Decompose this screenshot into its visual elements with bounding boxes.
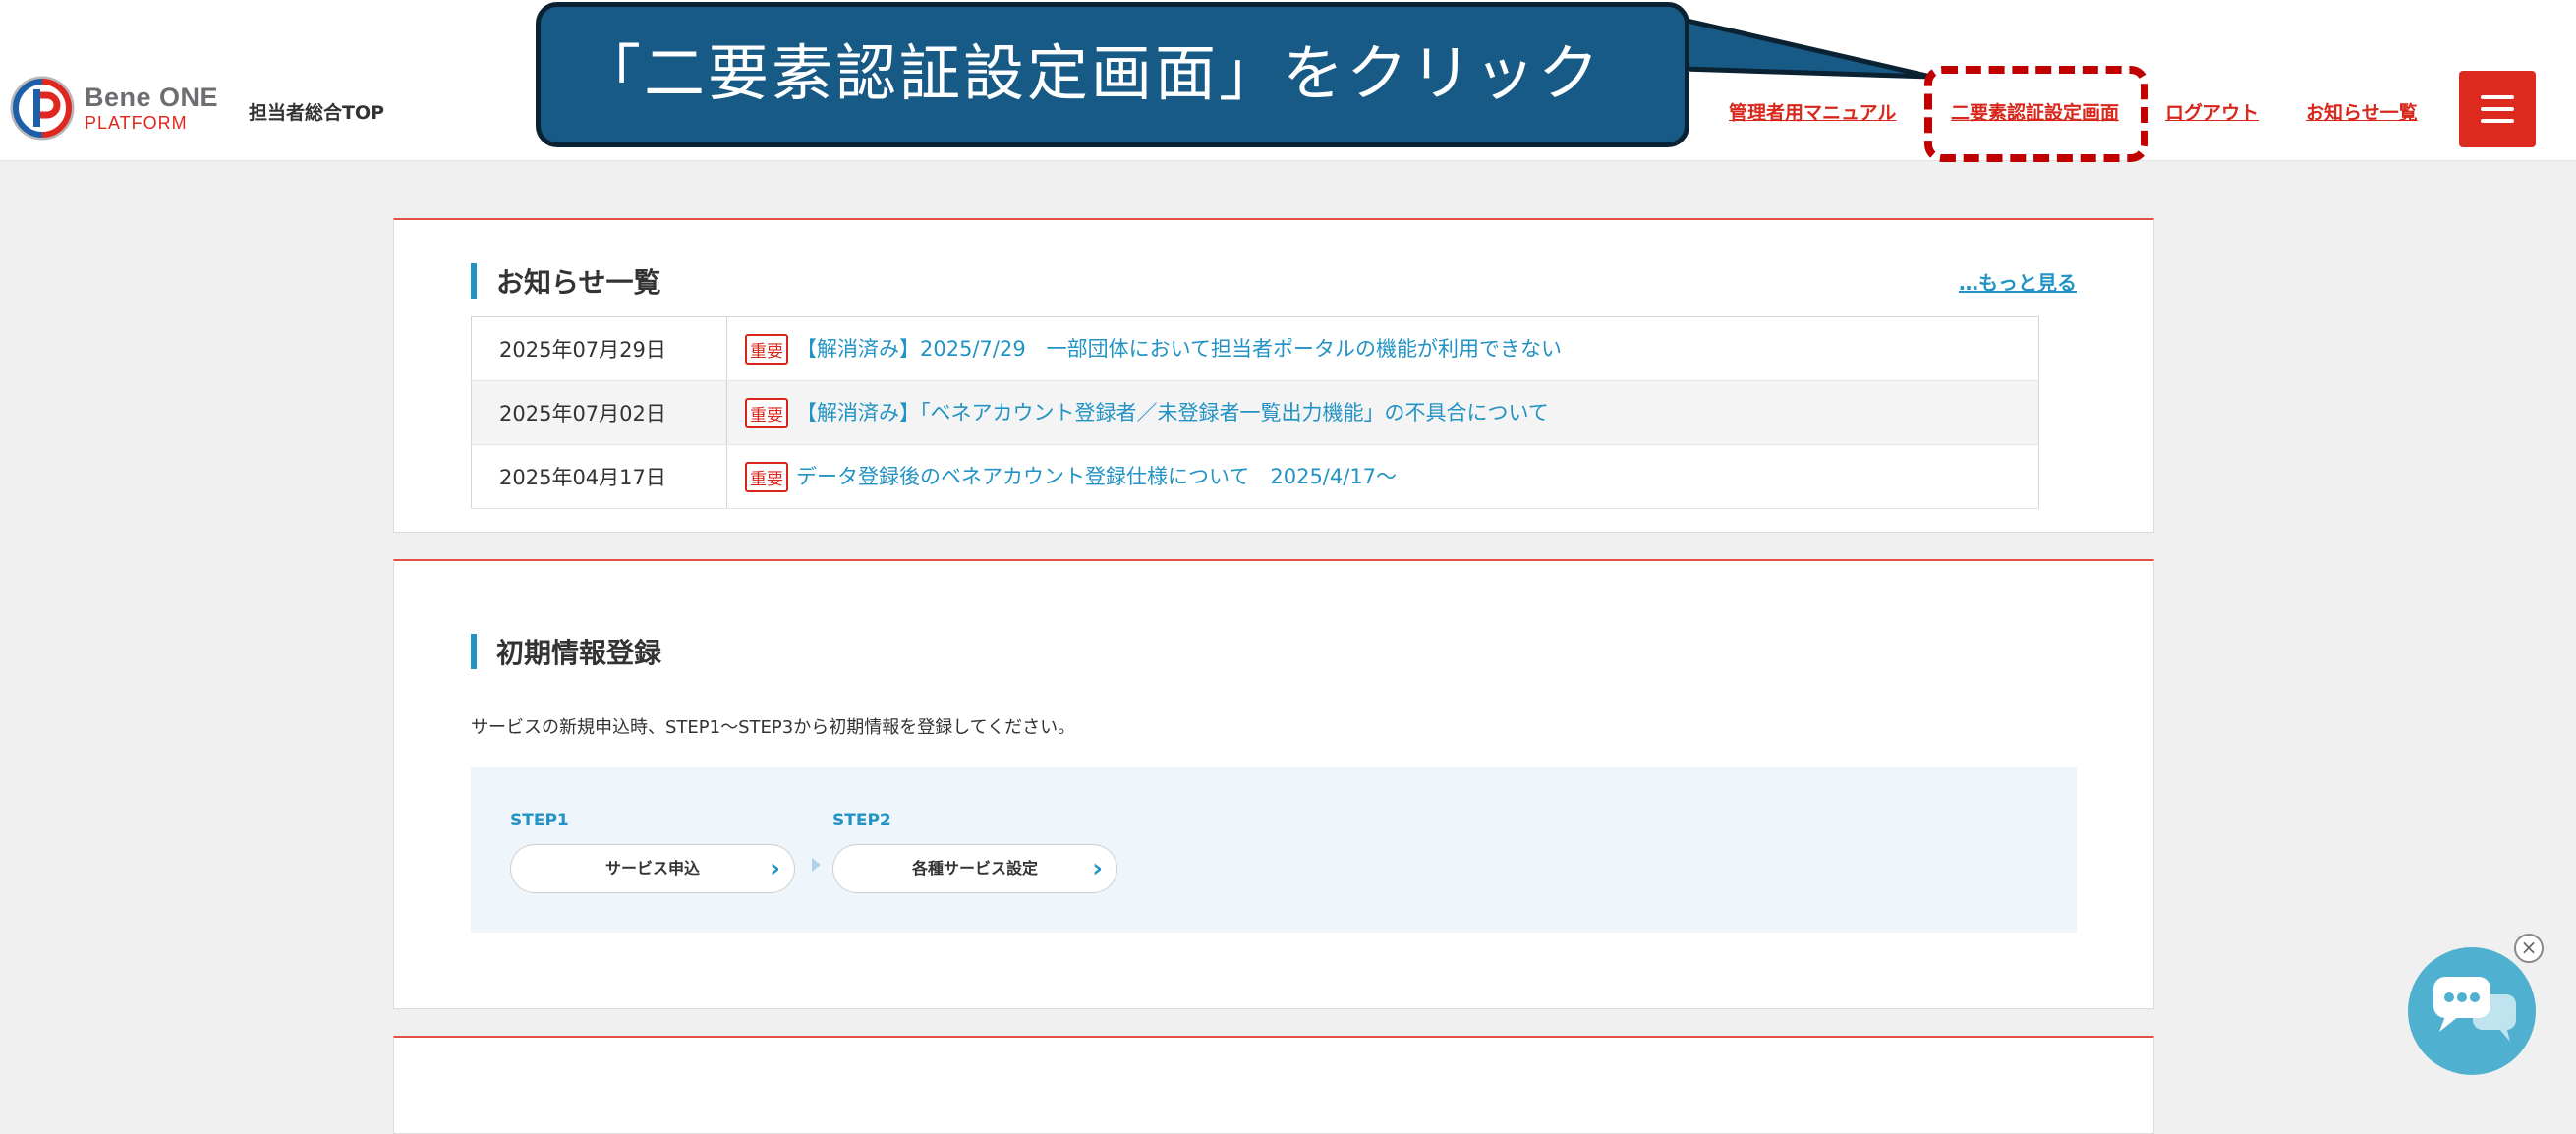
important-badge: 重要	[745, 334, 788, 366]
step1-label: STEP1	[510, 811, 569, 830]
news-row[interactable]: 2025年07月29日 重要 【解消済み】2025/7/29 一部団体において担当…	[471, 316, 2039, 381]
initial-info-card: 初期情報登録 サービスの新規申込時、STEP1〜STEP3から初期情報を登録して…	[393, 559, 2154, 1009]
more-link[interactable]: …もっと見る	[1959, 267, 2077, 296]
initial-info-title: 初期情報登録	[471, 632, 661, 671]
news-card: お知らせ一覧 …もっと見る 2025年07月29日 重要 【解消済み】2025/7…	[393, 218, 2154, 533]
news-link[interactable]: 【解消済み】「ベネアカウント登録者／未登録者一覧出力機能」の不具合について	[796, 401, 1549, 425]
news-link[interactable]: データ登録後のベネアカウント登録仕様について 2025/4/17〜	[796, 465, 1397, 488]
news-date: 2025年07月29日	[471, 316, 727, 381]
step2-button-label: 各種サービス設定	[911, 859, 1038, 878]
news-title: お知らせ一覧	[471, 261, 660, 301]
callout-text: 「二要素認証設定画面」をクリック	[580, 37, 1603, 109]
news-row[interactable]: 2025年07月02日 重要 【解消済み】「ベネアカウント登録者／未登録者一覧出力…	[471, 380, 2039, 445]
step-arrow-icon	[812, 858, 821, 872]
news-link[interactable]: 【解消済み】2025/7/29 一部団体において担当者ポータルの機能が利用できな…	[796, 337, 1562, 361]
chevron-right-icon: ›	[1092, 854, 1103, 883]
service-apply-button[interactable]: サービス申込 ›	[510, 844, 795, 893]
news-date: 2025年07月02日	[471, 380, 727, 445]
news-row[interactable]: 2025年04月17日 重要 データ登録後のベネアカウント登録仕様について 202…	[471, 444, 2039, 509]
close-icon[interactable]: ×	[2514, 934, 2544, 963]
news-date: 2025年04月17日	[471, 444, 727, 509]
chevron-right-icon: ›	[770, 854, 780, 883]
important-badge: 重要	[745, 398, 788, 429]
chat-widget-button[interactable]	[2408, 947, 2536, 1075]
steps-panel: STEP1 サービス申込 › STEP2 各種サービス設定 ›	[471, 767, 2077, 933]
step1-button-label: サービス申込	[604, 859, 700, 878]
news-table: 2025年07月29日 重要 【解消済み】2025/7/29 一部団体において担当…	[471, 316, 2039, 509]
chat-bubble-icon	[2433, 977, 2516, 1042]
next-section-card	[393, 1036, 2154, 1134]
step2-label: STEP2	[832, 811, 891, 830]
important-badge: 重要	[745, 462, 788, 493]
initial-info-description: サービスの新規申込時、STEP1〜STEP3から初期情報を登録してください。	[471, 717, 1076, 738]
highlight-dashed-box	[1924, 66, 2148, 162]
service-settings-button[interactable]: 各種サービス設定 ›	[832, 844, 1117, 893]
